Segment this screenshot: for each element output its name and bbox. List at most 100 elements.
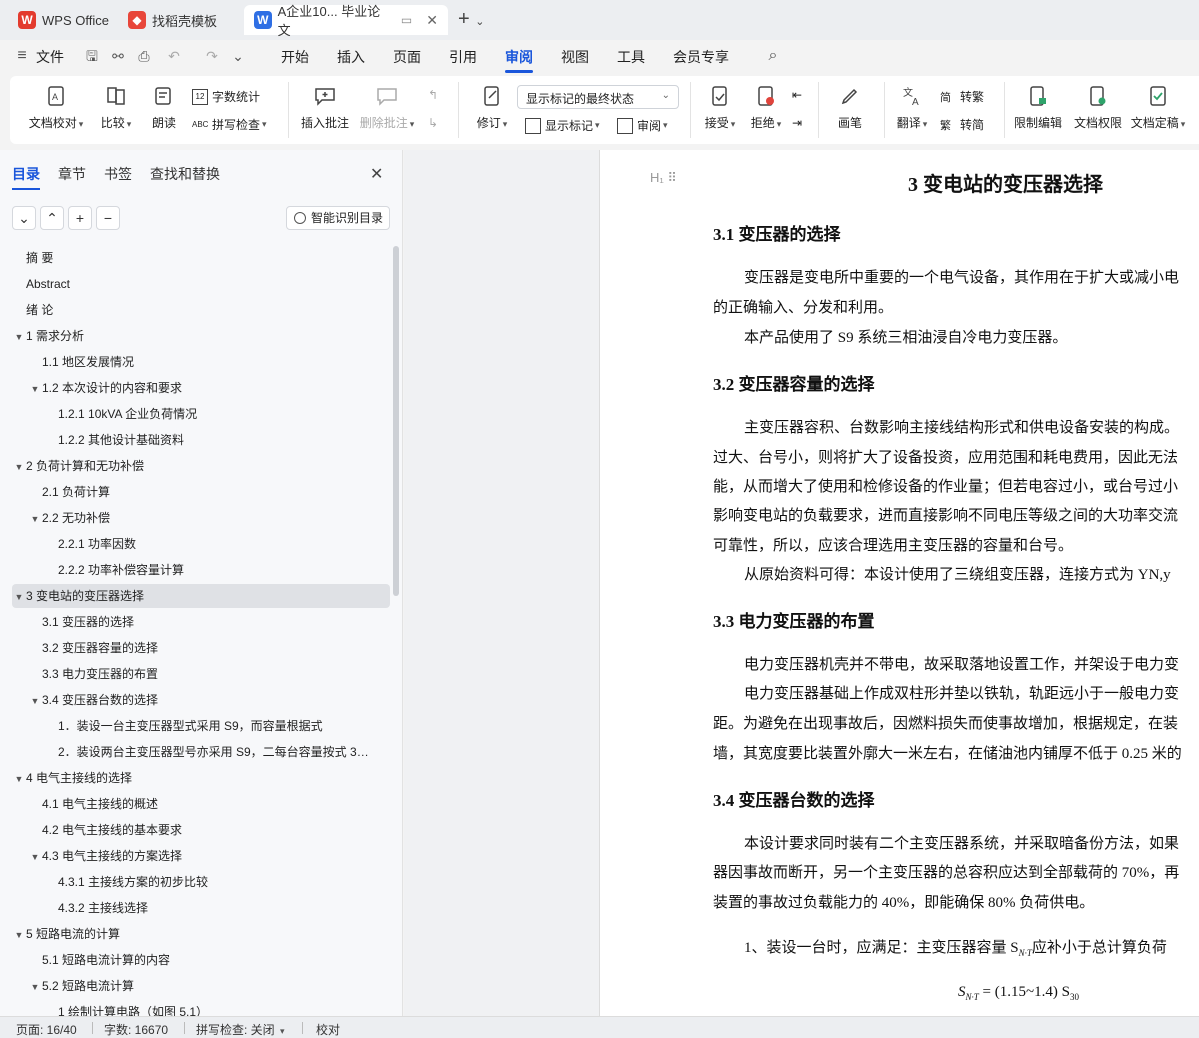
chevron-down-icon[interactable]: ▼: [12, 585, 26, 608]
read-aloud-button[interactable]: 朗读: [134, 84, 194, 131]
review-pane-button[interactable]: 审阅 ▾: [617, 117, 668, 134]
new-tab-button[interactable]: + ⌄: [458, 8, 484, 31]
next-comment-icon[interactable]: ↳: [428, 116, 438, 130]
chevron-down-icon[interactable]: ▼: [28, 377, 42, 400]
doc-finalize-button[interactable]: 文档定稿 ▾: [1128, 84, 1188, 131]
menu-insert[interactable]: 插入: [337, 47, 365, 67]
doc-check-button[interactable]: A 文档校对 ▾: [26, 84, 86, 131]
chevron-down-icon[interactable]: ⌄: [230, 48, 246, 64]
add-heading-button[interactable]: +: [68, 206, 92, 230]
chevron-down-icon[interactable]: ▼: [12, 923, 26, 946]
word-count-indicator[interactable]: 字数: 16670: [104, 1021, 168, 1038]
tab-document[interactable]: W A企业10... 毕业论文 ▭ ✕: [244, 4, 448, 38]
tab-wps-office[interactable]: W WPS Office: [8, 5, 119, 35]
toc-scrollbar[interactable]: [393, 246, 399, 596]
toc-item[interactable]: 4.2 电气主接线的基本要求: [12, 818, 390, 842]
toc-item[interactable]: 2．装设两台主变压器型号亦采用 S9，二每台容量按式 3…: [12, 740, 390, 764]
spell-check-button[interactable]: ABC 拼写检查 ▾: [192, 116, 267, 133]
next-revision-icon[interactable]: ⇥: [792, 116, 802, 130]
smart-toc-button[interactable]: 智能识别目录: [286, 206, 390, 230]
tab-docer[interactable]: ◆ 找稻壳模板: [118, 5, 227, 35]
toc-item[interactable]: 4.3.2 主接线选择: [12, 896, 390, 920]
toc-item[interactable]: 绪 论: [12, 298, 390, 322]
print-preview-icon[interactable]: ⎙: [136, 48, 152, 64]
close-icon[interactable]: ✕: [426, 12, 438, 29]
nav-tab-chapters[interactable]: 章节: [58, 164, 86, 184]
toc-item[interactable]: 1.2.2 其他设计基础资料: [12, 428, 390, 452]
search-icon[interactable]: ⌕: [765, 48, 781, 64]
toc-item[interactable]: ▼ 2.2 无功补偿: [12, 506, 390, 530]
hamburger-icon[interactable]: ≡: [14, 48, 30, 64]
menu-view[interactable]: 视图: [561, 47, 589, 67]
toc-item[interactable]: 1.2.1 10kVA 企业负荷情况: [12, 402, 390, 426]
toc-item[interactable]: 1 绘制计算电路（如图 5.1）: [12, 1000, 390, 1016]
chevron-down-icon[interactable]: ▼: [28, 507, 42, 530]
expand-up-button[interactable]: ⌃: [40, 206, 64, 230]
nav-tab-bookmarks[interactable]: 书签: [104, 164, 132, 184]
revise-button[interactable]: 修订 ▾: [462, 84, 522, 131]
to-traditional-button[interactable]: 简 转繁: [940, 88, 984, 105]
prev-revision-icon[interactable]: ⇤: [792, 88, 802, 102]
nav-tab-find-replace[interactable]: 查找和替换: [150, 164, 220, 184]
chevron-down-icon[interactable]: ▼: [28, 845, 42, 868]
markup-state-select[interactable]: 显示标记的最终状态 ⌄: [517, 85, 679, 109]
chevron-down-icon[interactable]: ▼: [12, 767, 26, 790]
doc-permission-button[interactable]: 文档权限: [1068, 84, 1128, 131]
insert-comment-button[interactable]: 插入批注: [295, 84, 355, 131]
toc-item[interactable]: 1．装设一台主变压器型式采用 S9，而容量根据式: [12, 714, 390, 738]
document-page[interactable]: H₁ ⠿ 3 变电站的变压器选择 3.1 变压器的选择 变压器是变电所中重要的一…: [599, 150, 1199, 1016]
chevron-down-icon[interactable]: ▼: [12, 325, 26, 348]
toc-item[interactable]: ▼ 3 变电站的变压器选择: [12, 584, 390, 608]
toc-item[interactable]: ▼ 4 电气主接线的选择: [12, 766, 390, 790]
collapse-button[interactable]: ⌄: [12, 206, 36, 230]
toc-item[interactable]: 3.3 电力变压器的布置: [12, 662, 390, 686]
toc-item[interactable]: 2.2.1 功率因数: [12, 532, 390, 556]
show-markup-button[interactable]: 显示标记 ▾: [525, 117, 600, 134]
chevron-down-icon[interactable]: ⌄: [475, 16, 484, 28]
toc-item[interactable]: ▼ 2 负荷计算和无功补偿: [12, 454, 390, 478]
toc-item[interactable]: ▼ 1 需求分析: [12, 324, 390, 348]
chevron-down-icon[interactable]: ▼: [28, 975, 42, 998]
toc-item[interactable]: Abstract: [12, 272, 390, 296]
link-icon[interactable]: ⚯: [110, 48, 126, 64]
menu-file[interactable]: 文件: [36, 47, 64, 67]
menu-review[interactable]: 审阅: [505, 47, 533, 73]
toc-item[interactable]: ▼ 5.2 短路电流计算: [12, 974, 390, 998]
menu-page[interactable]: 页面: [393, 47, 421, 67]
spell-check-indicator[interactable]: 拼写检查: 关闭 ▾: [196, 1021, 285, 1038]
proofread-indicator[interactable]: 校对: [316, 1021, 340, 1038]
prev-comment-icon[interactable]: ↰: [428, 88, 438, 102]
delete-comment-button[interactable]: 删除批注 ▾: [357, 84, 417, 131]
menu-reference[interactable]: 引用: [449, 47, 477, 67]
toc-item[interactable]: ▼ 1.2 本次设计的内容和要求: [12, 376, 390, 400]
menu-home[interactable]: 开始: [281, 47, 309, 67]
page-indicator[interactable]: 页面: 16/40: [16, 1021, 77, 1038]
restrict-edit-button[interactable]: 限制编辑: [1008, 84, 1068, 131]
toc-item[interactable]: 3.2 变压器容量的选择: [12, 636, 390, 660]
close-icon[interactable]: ✕: [370, 164, 383, 184]
toc-item[interactable]: 4.3.1 主接线方案的初步比较: [12, 870, 390, 894]
monitor-icon[interactable]: ▭: [401, 13, 412, 27]
drag-handle-icon[interactable]: H₁ ⠿: [650, 170, 677, 186]
toc-item[interactable]: 5.1 短路电流计算的内容: [12, 948, 390, 972]
toc-item[interactable]: 摘 要: [12, 246, 390, 270]
toc-item[interactable]: 2.2.2 功率补偿容量计算: [12, 558, 390, 582]
toc-item[interactable]: ▼ 3.4 变压器台数的选择: [12, 688, 390, 712]
toc-item[interactable]: 2.1 负荷计算: [12, 480, 390, 504]
chevron-down-icon[interactable]: ▼: [12, 455, 26, 478]
menu-tools[interactable]: 工具: [617, 47, 645, 67]
to-simplified-button[interactable]: 繁 转简: [940, 116, 984, 133]
save-icon[interactable]: 🖫: [84, 48, 100, 64]
word-count-button[interactable]: 12 字数统计: [192, 88, 260, 105]
reject-button[interactable]: 拒绝 ▾: [736, 84, 796, 131]
undo-icon[interactable]: ↶: [166, 48, 182, 64]
toc-item[interactable]: 3.1 变压器的选择: [12, 610, 390, 634]
chevron-down-icon[interactable]: ▼: [28, 689, 42, 712]
pen-button[interactable]: 画笔: [820, 84, 880, 131]
nav-tab-toc[interactable]: 目录: [12, 164, 40, 190]
toc-item[interactable]: ▼ 5 短路电流的计算: [12, 922, 390, 946]
menu-member[interactable]: 会员专享: [673, 47, 729, 67]
remove-heading-button[interactable]: −: [96, 206, 120, 230]
redo-icon[interactable]: ↷: [204, 48, 220, 64]
toc-item[interactable]: ▼ 4.3 电气主接线的方案选择: [12, 844, 390, 868]
